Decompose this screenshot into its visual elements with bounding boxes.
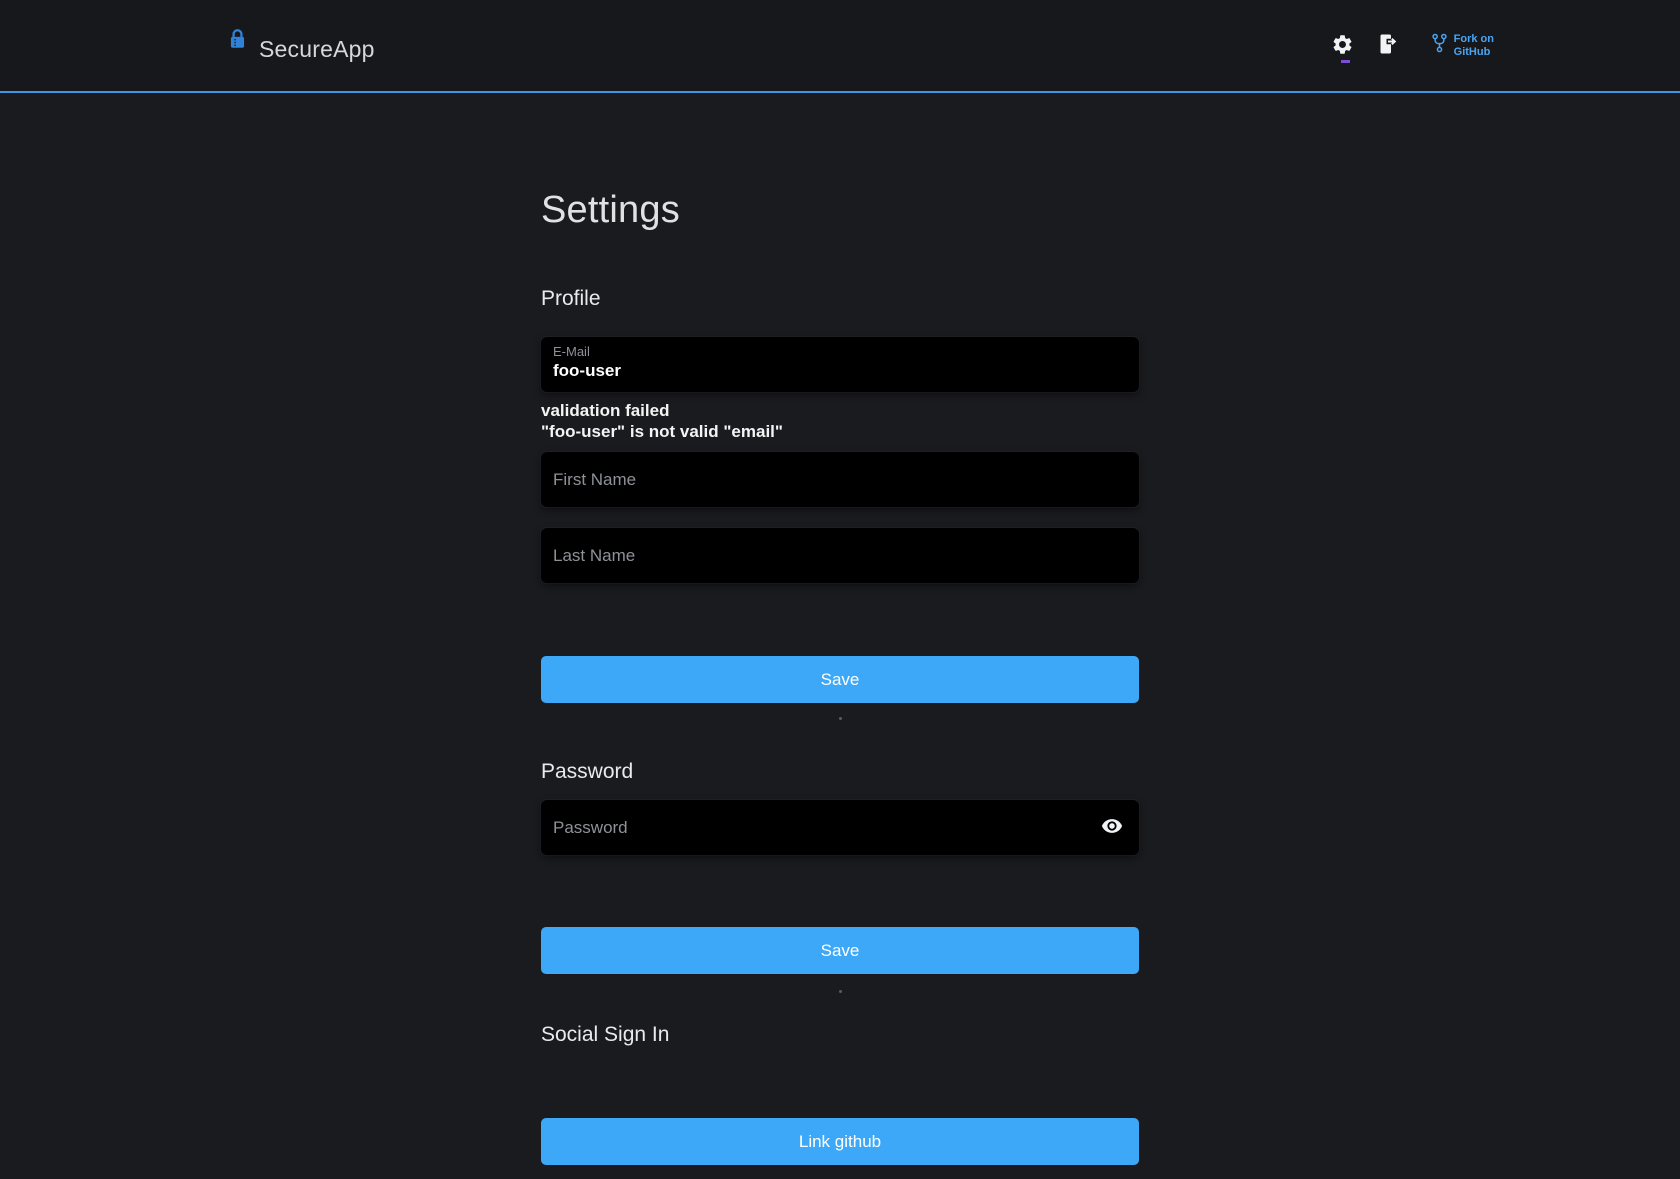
email-field[interactable]: E-Mail (541, 337, 1139, 392)
fork-link-label: Fork on GitHub (1454, 33, 1494, 58)
eye-icon (1101, 815, 1123, 840)
password-save-button[interactable]: Save (541, 927, 1139, 974)
password-field[interactable] (541, 800, 1139, 855)
navbar-actions: Fork on GitHub (1328, 29, 1494, 63)
fork-on-github-link[interactable]: Fork on GitHub (1430, 32, 1494, 59)
lock-icon (227, 28, 248, 57)
tiny-dot (839, 717, 842, 720)
logout-door-icon (1376, 32, 1400, 59)
first-name-input[interactable] (541, 452, 1139, 507)
password-heading: Password (541, 759, 1139, 785)
brand[interactable]: SecureApp (227, 28, 375, 64)
logout-button[interactable] (1373, 29, 1403, 63)
validation-message: validation failed "foo-user" is not vali… (541, 400, 1139, 442)
validation-line-1: validation failed (541, 400, 1139, 421)
email-input[interactable] (553, 359, 1127, 383)
git-fork-icon (1430, 32, 1449, 59)
last-name-input[interactable] (541, 528, 1139, 583)
settings-active-indicator (1341, 60, 1350, 63)
last-name-field[interactable] (541, 528, 1139, 583)
navbar: SecureApp (0, 0, 1680, 93)
tiny-dot (839, 990, 842, 993)
password-visibility-toggle[interactable] (1099, 815, 1125, 841)
first-name-field[interactable] (541, 452, 1139, 507)
link-github-button[interactable]: Link github (541, 1118, 1139, 1165)
profile-save-button[interactable]: Save (541, 656, 1139, 703)
email-label: E-Mail (553, 344, 1127, 359)
validation-line-2: "foo-user" is not valid "email" (541, 421, 1139, 442)
settings-button[interactable] (1328, 29, 1358, 63)
brand-name: SecureApp (259, 34, 375, 64)
settings-page: Settings Profile E-Mail validation faile… (541, 187, 1139, 1165)
password-input[interactable] (541, 800, 1139, 855)
profile-heading: Profile (541, 286, 1139, 312)
social-sign-in-heading: Social Sign In (541, 1022, 1139, 1048)
gear-icon (1331, 33, 1354, 59)
page-title: Settings (541, 187, 1139, 233)
